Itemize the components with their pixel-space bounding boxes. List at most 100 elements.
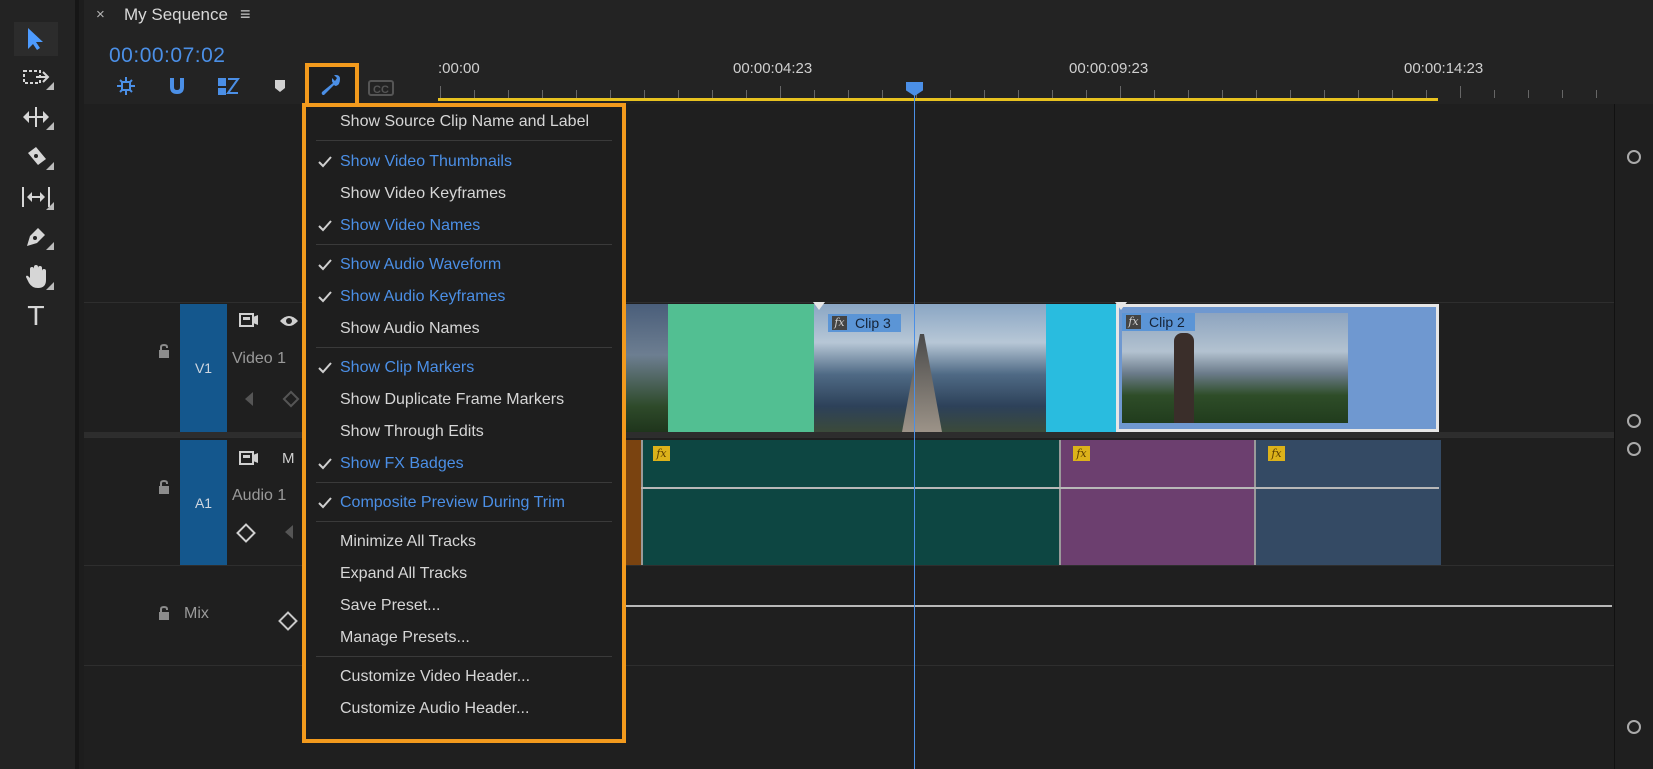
menu-item[interactable]: Show Video Thumbnails [310, 147, 620, 177]
lock-icon[interactable] [157, 479, 171, 495]
track-select-forward-tool-icon[interactable] [14, 60, 58, 94]
menu-item[interactable]: Show Source Clip Name and Label [310, 107, 620, 137]
fx-badge-icon: fx [1126, 315, 1141, 329]
clip-name: Clip 2 [1149, 314, 1185, 330]
video-clip-3[interactable]: fx Clip 3 [814, 304, 1046, 432]
ruler-tick [1494, 90, 1495, 98]
ripple-edit-tool-icon[interactable] [14, 100, 58, 134]
menu-item-label: Show Audio Names [340, 320, 480, 337]
previous-keyframe-icon[interactable] [245, 392, 253, 406]
transition-clip[interactable] [668, 304, 814, 432]
mix-volume-line[interactable] [626, 605, 1612, 607]
menu-item[interactable]: Show Clip Markers [310, 353, 620, 383]
wrench-icon[interactable] [318, 72, 344, 98]
pen-tool-icon[interactable] [14, 220, 58, 254]
insert-nest-icon[interactable] [113, 73, 139, 99]
menu-item-label: Show Audio Keyframes [340, 288, 506, 305]
vertical-scrollbar[interactable] [1614, 104, 1653, 769]
transition-clip[interactable] [1046, 304, 1116, 432]
menu-item[interactable]: Show Audio Waveform [310, 250, 620, 280]
ruler-tick [440, 86, 441, 98]
audio-clip[interactable] [626, 440, 641, 565]
close-tab-button[interactable]: × [96, 6, 105, 23]
menu-item[interactable]: Show Through Edits [310, 417, 620, 447]
audio-volume-line[interactable] [641, 487, 1439, 489]
ruler-tick [1392, 90, 1393, 98]
ruler-tick [1154, 90, 1155, 98]
menu-item[interactable]: Show Audio Names [310, 314, 620, 344]
add-marker-icon[interactable] [267, 73, 293, 99]
menu-item-label: Show Video Names [340, 217, 481, 234]
menu-item[interactable]: Show FX Badges [310, 449, 620, 479]
eye-icon[interactable] [279, 314, 299, 333]
ruler-tick [1596, 90, 1597, 98]
menu-item[interactable]: Expand All Tracks [310, 559, 620, 589]
menu-item-label: Customize Video Header... [340, 668, 531, 685]
menu-item-label: Show Duplicate Frame Markers [340, 391, 565, 408]
captions-icon[interactable]: CC [368, 80, 394, 96]
previous-keyframe-icon[interactable] [285, 525, 293, 539]
fx-badge-icon: fx [1268, 446, 1285, 461]
playhead-timecode[interactable]: 00:00:07:02 [109, 44, 225, 68]
mute-button[interactable]: M [282, 450, 295, 467]
menu-item[interactable]: Customize Video Header... [310, 662, 620, 692]
ruler-tick [610, 90, 611, 98]
menu-separator [316, 140, 612, 141]
menu-item-label: Composite Preview During Trim [340, 494, 565, 511]
ruler-tick [1358, 90, 1359, 98]
hand-tool-icon[interactable] [14, 260, 58, 294]
menu-item[interactable]: Minimize All Tracks [310, 527, 620, 557]
track-target-v1[interactable]: V1 [180, 304, 227, 432]
razor-tool-icon[interactable] [14, 140, 58, 174]
menu-item-label: Show Audio Waveform [340, 256, 502, 273]
menu-item-label: Save Preset... [340, 597, 441, 614]
ruler-tick [1460, 86, 1461, 98]
ruler-tick [1086, 90, 1087, 98]
ruler-label: 00:00:09:23 [1069, 60, 1149, 77]
menu-separator [316, 347, 612, 348]
ruler-tick [1324, 90, 1325, 98]
ruler-tick [678, 90, 679, 98]
ruler-tick [1256, 90, 1257, 98]
transition-marker [1115, 302, 1127, 310]
menu-item[interactable]: Customize Audio Header... [310, 694, 620, 724]
menu-item-label: Manage Presets... [340, 629, 470, 646]
ruler-tick [712, 90, 713, 98]
fx-badge-icon: fx [832, 316, 847, 330]
selection-tool-icon[interactable] [14, 22, 58, 56]
sequence-tab-title[interactable]: My Sequence [124, 5, 228, 25]
menu-separator [316, 244, 612, 245]
menu-item[interactable]: Show Duplicate Frame Markers [310, 385, 620, 415]
video-clip-2[interactable]: fx Clip 2 [1116, 304, 1439, 432]
checkmark-icon [317, 257, 333, 273]
mix-track-name: Mix [184, 605, 209, 622]
menu-separator [316, 656, 612, 657]
panel-menu-icon[interactable]: ≡ [240, 4, 251, 25]
ruler-tick [1052, 90, 1053, 98]
slip-tool-icon[interactable] [14, 180, 58, 214]
menu-item[interactable]: Save Preset... [310, 591, 620, 621]
checkmark-icon [317, 289, 333, 305]
menu-item[interactable]: Show Video Names [310, 211, 620, 241]
ruler-tick [644, 90, 645, 98]
film-sync-icon[interactable] [239, 312, 259, 333]
menu-item[interactable]: Show Video Keyframes [310, 179, 620, 209]
ruler-label: 00:00:04:23 [733, 60, 813, 77]
track-target-a1[interactable]: A1 [180, 440, 227, 565]
playhead-line [914, 88, 915, 769]
snap-magnet-icon[interactable] [164, 73, 190, 99]
work-area-bar[interactable] [438, 98, 1438, 101]
menu-item-label: Expand All Tracks [340, 565, 468, 582]
film-sync-icon[interactable] [239, 450, 259, 471]
menu-item[interactable]: Show Audio Keyframes [310, 282, 620, 312]
ruler-tick [474, 90, 475, 98]
video-clip-thumbnail[interactable] [626, 304, 668, 432]
lock-icon[interactable] [157, 605, 171, 621]
lock-icon[interactable] [157, 343, 171, 359]
ruler-tick [542, 90, 543, 98]
linked-selection-icon[interactable] [215, 73, 241, 99]
audio-clip[interactable] [641, 440, 1061, 565]
menu-item[interactable]: Composite Preview During Trim [310, 488, 620, 518]
menu-item[interactable]: Manage Presets... [310, 623, 620, 653]
type-tool-icon[interactable]: T [14, 300, 58, 334]
